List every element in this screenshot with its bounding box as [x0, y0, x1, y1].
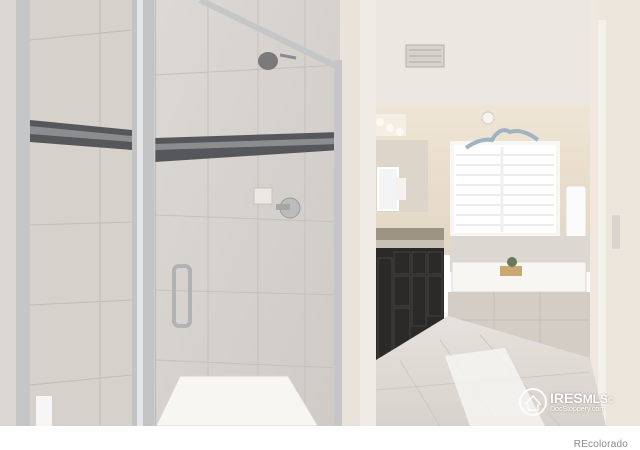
vanity-backsplash [376, 228, 444, 240]
window [450, 141, 560, 237]
ceiling-light [481, 111, 495, 125]
watermark-text: IRESMLS© DocStoppery.com [550, 390, 614, 413]
footer: REcolorado [0, 426, 640, 450]
glass-frame-right [334, 60, 342, 426]
shower-left-wall [30, 0, 132, 426]
tub-basket [500, 266, 522, 276]
door-edge [606, 0, 640, 426]
photo-credit: REcolorado [573, 439, 628, 450]
glass-frame-left [16, 0, 30, 426]
watermark-mark: © [608, 396, 614, 405]
bathroom-photo: IRESMLS© DocStoppery.com [0, 0, 640, 426]
shower-head [258, 52, 278, 70]
watermark-brand: IRES [550, 390, 583, 406]
watermark-brand-suffix: MLS [582, 392, 609, 406]
watermark-tagline: DocStoppery.com [550, 406, 606, 413]
soap-dish [253, 187, 273, 205]
towel-hanging-mirror [396, 178, 406, 200]
shower-back-wall [155, 0, 340, 426]
door-hinge [612, 215, 620, 249]
